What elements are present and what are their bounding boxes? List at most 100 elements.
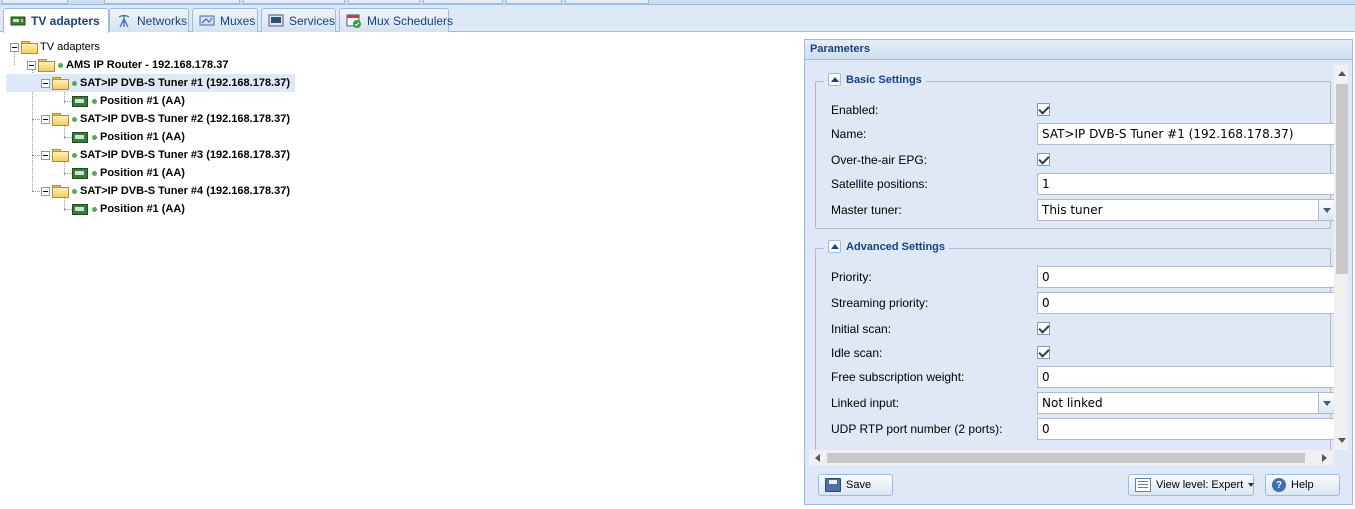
- status-ok-icon: [58, 62, 63, 68]
- upper-tab-stub[interactable]: [565, 0, 649, 4]
- linked-input-select[interactable]: Not linked: [1037, 392, 1336, 414]
- collapse-toggle-icon[interactable]: [41, 186, 50, 196]
- save-icon: [825, 478, 841, 492]
- scrollbar-thumb[interactable]: [1336, 84, 1348, 274]
- scroll-down-icon[interactable]: [1337, 436, 1347, 446]
- basic-settings-fieldset: Basic Settings Enabled: Name: SAT>IP DVB…: [815, 73, 1336, 229]
- collapse-toggle-icon[interactable]: [27, 60, 36, 70]
- name-field[interactable]: SAT>IP DVB-S Tuner #1 (192.168.178.37): [1037, 123, 1336, 145]
- scroll-up-icon[interactable]: [1337, 69, 1347, 79]
- folder-icon: [52, 185, 69, 198]
- tv-adapter-icon: [72, 95, 88, 107]
- folder-icon: [21, 41, 38, 54]
- priority-row: Priority: 0: [816, 266, 1336, 288]
- tab-services[interactable]: Services: [261, 8, 336, 32]
- upper-tab-stub[interactable]: [506, 0, 562, 4]
- collapse-up-icon[interactable]: [828, 240, 841, 253]
- mux-scheduler-icon: [346, 14, 362, 28]
- collapse-toggle-icon[interactable]: [41, 78, 50, 88]
- horizontal-scrollbar[interactable]: [809, 450, 1334, 465]
- muxes-icon: [199, 14, 215, 28]
- tree-node-router[interactable]: AMS IP Router - 192.168.178.37: [27, 56, 228, 74]
- epg-row: Over-the-air EPG:: [816, 149, 1332, 171]
- parameters-form: Basic Settings Enabled: Name: SAT>IP DVB…: [809, 65, 1348, 465]
- tab-muxes[interactable]: Muxes: [192, 8, 258, 32]
- udp-rtp-port-field[interactable]: 0: [1037, 418, 1336, 440]
- upper-tab-stub[interactable]: [2, 0, 68, 4]
- status-ok-icon: [72, 80, 77, 86]
- scroll-right-icon[interactable]: [1319, 453, 1329, 463]
- priority-field[interactable]: 0: [1037, 266, 1336, 288]
- help-icon: ?: [1272, 478, 1286, 492]
- idle-scan-checkbox[interactable]: [1037, 346, 1050, 359]
- status-ok-icon: [92, 170, 97, 176]
- collapse-toggle-icon[interactable]: [41, 114, 50, 124]
- tree-node-tuner[interactable]: SAT>IP DVB-S Tuner #2 (192.168.178.37): [41, 110, 290, 128]
- upper-tab-stub[interactable]: [348, 0, 420, 4]
- tab-tv-adapters[interactable]: TV adapters: [3, 8, 109, 33]
- status-ok-icon: [72, 188, 77, 194]
- streaming-priority-row: Streaming priority: 0: [816, 292, 1336, 314]
- services-icon: [268, 14, 284, 28]
- upper-tab-stub[interactable]: [243, 0, 345, 4]
- save-button[interactable]: Save: [818, 474, 893, 496]
- chevron-down-icon[interactable]: [1318, 393, 1335, 413]
- tree-node-position[interactable]: Position #1 (AA): [72, 92, 185, 110]
- vertical-scrollbar[interactable]: [1334, 65, 1348, 450]
- free-subscription-weight-field[interactable]: 0: [1037, 366, 1336, 388]
- over-the-air-epg-checkbox[interactable]: [1037, 153, 1050, 166]
- folder-icon: [52, 113, 69, 126]
- free-subscription-weight-row: Free subscription weight: 0: [816, 366, 1336, 388]
- chevron-down-icon: [1248, 483, 1255, 487]
- tree-node-tuner[interactable]: SAT>IP DVB-S Tuner #1 (192.168.178.37): [6, 74, 295, 92]
- view-level-icon: [1135, 478, 1151, 492]
- idle-scan-row: Idle scan:: [816, 342, 1332, 364]
- parameters-panel: Parameters Basic Settings Enabled: Name:…: [804, 39, 1353, 505]
- tree-node-root[interactable]: TV adapters: [10, 38, 100, 56]
- status-ok-icon: [92, 206, 97, 212]
- scroll-left-icon[interactable]: [813, 453, 823, 463]
- collapse-up-icon[interactable]: [828, 73, 841, 86]
- basic-settings-legend: Basic Settings: [824, 73, 926, 86]
- folder-icon: [52, 77, 69, 90]
- upper-tab-stub[interactable]: [104, 0, 240, 4]
- chevron-down-icon[interactable]: [1318, 200, 1335, 220]
- tree-node-position[interactable]: Position #1 (AA): [72, 200, 185, 218]
- status-ok-icon: [92, 134, 97, 140]
- tree-node-position[interactable]: Position #1 (AA): [72, 128, 185, 146]
- tree-node-position[interactable]: Position #1 (AA): [72, 164, 185, 182]
- adapter-tree: TV adapters AMS IP Router - 192.168.178.…: [0, 33, 800, 509]
- collapse-toggle-icon[interactable]: [10, 42, 19, 52]
- enabled-checkbox[interactable]: [1037, 103, 1050, 116]
- status-ok-icon: [72, 116, 77, 122]
- satellite-positions-row: Satellite positions: 1: [816, 173, 1336, 195]
- tree-node-tuner[interactable]: SAT>IP DVB-S Tuner #3 (192.168.178.37): [41, 146, 290, 164]
- tv-adapter-icon: [10, 14, 26, 28]
- status-ok-icon: [92, 98, 97, 104]
- view-level-button[interactable]: View level: Expert: [1128, 474, 1255, 496]
- tab-networks[interactable]: Networks: [109, 8, 189, 32]
- upper-tab-stub[interactable]: [423, 0, 503, 4]
- folder-icon: [52, 149, 69, 162]
- tv-adapter-icon: [72, 131, 88, 143]
- initial-scan-checkbox[interactable]: [1037, 322, 1050, 335]
- panel-title: Parameters: [805, 40, 1352, 60]
- collapse-toggle-icon[interactable]: [41, 150, 50, 160]
- tv-adapter-icon: [72, 167, 88, 179]
- scrollbar-thumb[interactable]: [827, 453, 1305, 463]
- help-button[interactable]: ? Help: [1265, 474, 1340, 496]
- streaming-priority-field[interactable]: 0: [1037, 292, 1336, 314]
- folder-icon: [38, 59, 55, 72]
- master-tuner-select[interactable]: This tuner: [1037, 199, 1336, 221]
- udp-rtp-port-row: UDP RTP port number (2 ports): 0: [816, 418, 1336, 440]
- network-antenna-icon: [116, 14, 132, 28]
- master-tuner-row: Master tuner: This tuner: [816, 199, 1336, 221]
- tab-mux-schedulers[interactable]: Mux Schedulers: [339, 8, 453, 32]
- tree-node-tuner[interactable]: SAT>IP DVB-S Tuner #4 (192.168.178.37): [41, 182, 290, 200]
- initial-scan-row: Initial scan:: [816, 318, 1332, 340]
- satellite-positions-field[interactable]: 1: [1037, 173, 1336, 195]
- advanced-settings-legend: Advanced Settings: [824, 240, 950, 253]
- advanced-settings-fieldset: Advanced Settings Priority: 0 Streaming …: [815, 240, 1336, 465]
- config-tab-bar: TV adapters Networks Muxes Services Mux …: [0, 5, 1355, 33]
- linked-input-row: Linked input: Not linked: [816, 392, 1336, 414]
